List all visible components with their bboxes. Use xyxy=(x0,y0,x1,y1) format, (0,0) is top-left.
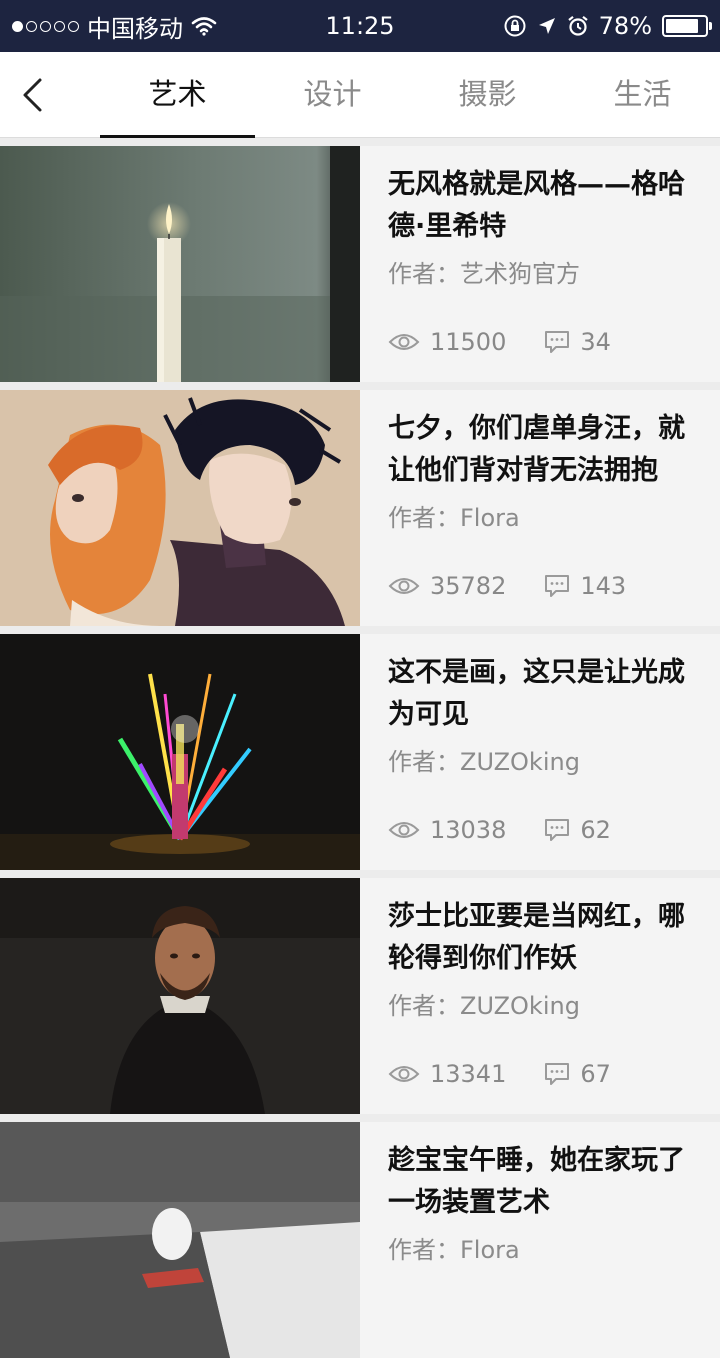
article-text: 趁宝宝午睡，她在家玩了一场装置艺术 作者：Flora xyxy=(388,1140,698,1268)
comment-count: 34 xyxy=(544,328,611,356)
candle-painting-image xyxy=(0,146,360,382)
comment-icon xyxy=(545,575,570,597)
article-stats: 11500 34 xyxy=(388,324,611,360)
author-prefix: 作者： xyxy=(388,748,460,776)
shakespeare-portrait-image xyxy=(0,878,360,1114)
article-thumbnail xyxy=(0,1122,360,1358)
alarm-clock-icon xyxy=(567,15,588,36)
tab-design[interactable]: 设计 xyxy=(255,52,410,138)
article-title: 趁宝宝午睡，她在家玩了一场装置艺术 xyxy=(388,1145,685,1218)
article-card[interactable]: 莎士比亚要是当网红，哪轮得到你们作妖 作者：ZUZOking 13341 67 xyxy=(0,878,720,1114)
view-count-value: 35782 xyxy=(430,572,507,600)
article-card[interactable]: 趁宝宝午睡，她在家玩了一场装置艺术 作者：Flora xyxy=(0,1122,720,1358)
comment-count: 67 xyxy=(544,1060,611,1088)
view-count: 13341 xyxy=(388,1060,506,1088)
author-name: 艺术狗官方 xyxy=(460,260,580,288)
comment-count-value: 67 xyxy=(580,1060,611,1088)
category-nav: 艺术 设计 摄影 生活 xyxy=(0,52,720,138)
view-count: 11500 xyxy=(388,328,506,356)
author-name: ZUZOking xyxy=(460,748,580,776)
article-stats: 13341 67 xyxy=(388,1056,611,1092)
tab-art[interactable]: 艺术 xyxy=(100,52,255,138)
article-card[interactable]: 无风格就是风格——格哈德·里希特 作者：艺术狗官方 11500 34 xyxy=(0,146,720,382)
rotation-lock-icon xyxy=(504,15,526,37)
author-prefix: 作者： xyxy=(388,504,460,532)
article-card[interactable]: 七夕，你们虐单身汪，就让他们背对背无法拥抱 作者：Flora 35782 143 xyxy=(0,390,720,626)
article-stats: 35782 143 xyxy=(388,568,626,604)
egg-installation-image xyxy=(0,1122,360,1358)
article-card[interactable]: 这不是画，这只是让光成为可见 作者：ZUZOking 13038 62 xyxy=(0,634,720,870)
eye-icon xyxy=(388,1066,420,1082)
author-name: ZUZOking xyxy=(460,992,580,1020)
article-title: 这不是画，这只是让光成为可见 xyxy=(388,657,685,730)
comment-count-value: 34 xyxy=(580,328,611,356)
eye-icon xyxy=(388,578,420,594)
comment-count-value: 143 xyxy=(580,572,627,600)
view-count: 13038 xyxy=(388,816,506,844)
article-author: 作者：Flora xyxy=(388,1232,698,1268)
comment-icon xyxy=(545,331,570,353)
article-text: 莎士比亚要是当网红，哪轮得到你们作妖 作者：ZUZOking xyxy=(388,896,698,1024)
article-author: 作者：ZUZOking xyxy=(388,988,698,1024)
battery-percent: 78% xyxy=(598,12,652,40)
view-count-value: 13341 xyxy=(430,1060,507,1088)
article-thumbnail xyxy=(0,146,360,382)
author-prefix: 作者： xyxy=(388,260,460,288)
view-count: 35782 xyxy=(388,572,506,600)
article-title: 无风格就是风格——格哈德·里希特 xyxy=(388,169,685,242)
article-author: 作者：Flora xyxy=(388,500,698,536)
eye-icon xyxy=(388,822,420,838)
article-thumbnail xyxy=(0,634,360,870)
tab-photography[interactable]: 摄影 xyxy=(410,52,565,138)
view-count-value: 11500 xyxy=(430,328,507,356)
tab-life[interactable]: 生活 xyxy=(565,52,720,138)
article-text: 这不是画，这只是让光成为可见 作者：ZUZOking xyxy=(388,652,698,780)
back-to-back-illustration-image xyxy=(0,390,360,626)
comment-icon xyxy=(545,819,570,841)
prism-light-sculpture-image xyxy=(0,634,360,870)
author-name: Flora xyxy=(460,504,520,532)
author-prefix: 作者： xyxy=(388,992,460,1020)
article-list: 无风格就是风格——格哈德·里希特 作者：艺术狗官方 11500 34 七夕，你们… xyxy=(0,138,720,1358)
article-text: 无风格就是风格——格哈德·里希特 作者：艺术狗官方 xyxy=(388,164,698,292)
comment-icon xyxy=(545,1063,570,1085)
eye-icon xyxy=(388,334,420,350)
article-author: 作者：艺术狗官方 xyxy=(388,256,698,292)
status-right: 78% xyxy=(503,0,712,52)
comment-count-value: 62 xyxy=(580,816,611,844)
author-name: Flora xyxy=(460,1236,520,1264)
comment-count: 143 xyxy=(544,572,626,600)
article-author: 作者：ZUZOking xyxy=(388,744,698,780)
view-count-value: 13038 xyxy=(430,816,507,844)
article-stats: 13038 62 xyxy=(388,812,611,848)
article-text: 七夕，你们虐单身汪，就让他们背对背无法拥抱 作者：Flora xyxy=(388,408,698,536)
article-thumbnail xyxy=(0,878,360,1114)
chevron-left-icon xyxy=(23,78,42,112)
location-arrow-icon xyxy=(538,18,555,34)
battery-icon xyxy=(662,15,712,37)
author-prefix: 作者： xyxy=(388,1236,460,1264)
back-button[interactable] xyxy=(8,66,56,124)
comment-count: 62 xyxy=(544,816,611,844)
article-title: 七夕，你们虐单身汪，就让他们背对背无法拥抱 xyxy=(388,413,685,486)
status-bar: 中国移动 11:25 78% xyxy=(0,0,720,52)
article-thumbnail xyxy=(0,390,360,626)
article-title: 莎士比亚要是当网红，哪轮得到你们作妖 xyxy=(388,901,685,974)
